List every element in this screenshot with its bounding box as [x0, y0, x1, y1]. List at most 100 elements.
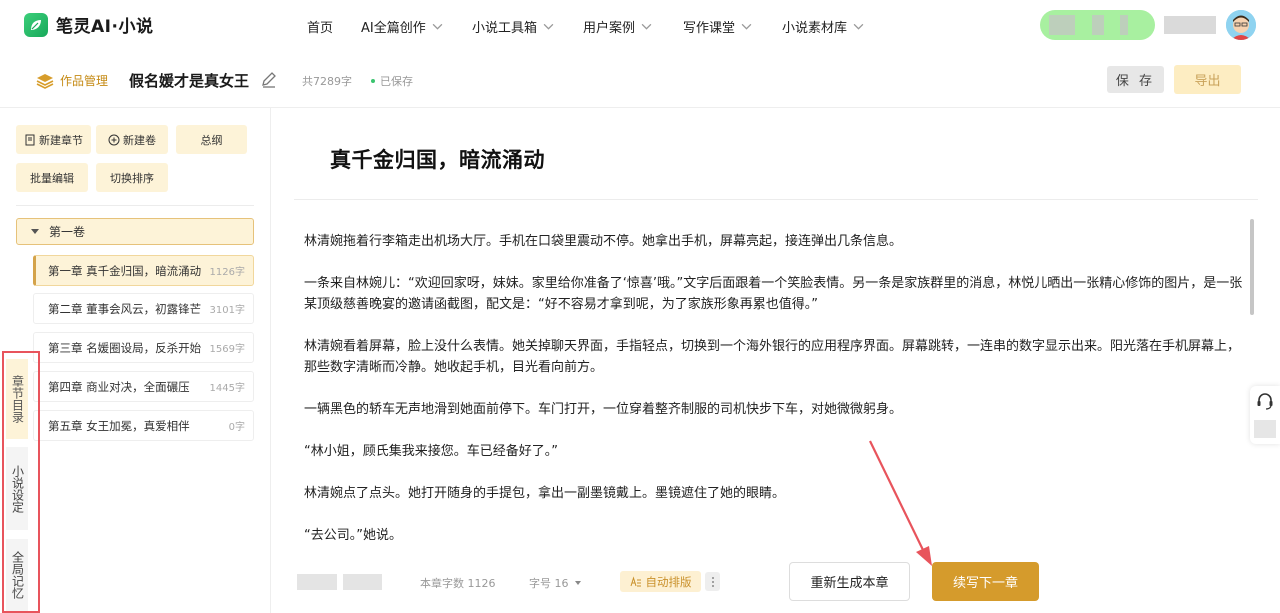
save-status-label: 已保存	[380, 75, 413, 88]
paragraph: “去公司。”她说。	[304, 528, 402, 543]
redacted-block	[1092, 15, 1104, 35]
avatar[interactable]	[1226, 10, 1256, 40]
top-navbar: 笔灵AI·小说 首页 AI全篇创作 小说工具箱 用户案例 写作课堂 小说素材库	[0, 0, 1280, 50]
chapter-word-count: 3101字	[209, 305, 245, 316]
redacted-block	[343, 574, 382, 590]
chapter-body-editor[interactable]: 林清婉拖着行李箱走出机场大厅。手机在口袋里震动不停。她拿出手机，屏幕亮起，接连弹…	[304, 231, 1244, 567]
nav-user-cases[interactable]: 用户案例	[583, 17, 652, 36]
chapter-title: 第三章 名媛圈设局，反杀开始	[48, 340, 202, 355]
vip-badge[interactable]	[1040, 10, 1155, 40]
nav-toolbox[interactable]: 小说工具箱	[472, 17, 554, 36]
dot	[711, 580, 714, 583]
username-redacted[interactable]	[1164, 16, 1216, 34]
new-volume-button[interactable]: 新建卷	[96, 125, 168, 154]
paragraph: 一辆黑色的轿车无声地滑到她面前停下。车门打开，一位穿着整齐制服的司机快步下车，对…	[304, 402, 903, 417]
paragraph: 一条来自林婉儿：“欢迎回家呀，妹妹。家里给你准备了‘惊喜’哦。”文字后面跟着一个…	[304, 276, 1243, 312]
headset-support-icon	[1257, 393, 1273, 410]
outline-button[interactable]: 总纲	[176, 125, 247, 154]
chapter-item[interactable]: 第四章 商业对决，全面碾压 1445字	[33, 371, 254, 402]
tab-novel-settings[interactable]: 小说设定	[6, 447, 28, 530]
redacted-block	[1120, 15, 1128, 35]
batch-edit-button[interactable]: 批量编辑	[16, 163, 88, 192]
nav-label: 小说素材库	[782, 21, 848, 36]
chevron-down-icon	[853, 23, 864, 30]
auto-format-label: 自动排版	[645, 574, 692, 589]
caret-down-icon	[31, 229, 39, 234]
paragraph: 林清婉看着屏幕，脸上没什么表情。她关掉聊天界面，手指轻点，切换到一个海外银行的应…	[304, 339, 1241, 375]
status-dot	[371, 79, 375, 83]
pencil-edit-icon[interactable]	[260, 71, 278, 89]
tab-label: 全局记忆	[10, 551, 25, 599]
new-chapter-button[interactable]: 新建章节	[16, 125, 91, 154]
chevron-down-icon	[641, 23, 652, 30]
caret-down-icon	[574, 581, 581, 585]
chapter-heading[interactable]: 真千金归国，暗流涌动	[330, 144, 545, 174]
chapter-title: 第二章 董事会风云，初露锋芒	[48, 301, 202, 316]
volume-header[interactable]: 第一卷	[16, 218, 254, 245]
editor-scrollbar[interactable]	[1250, 219, 1254, 315]
nav-ai-creation[interactable]: AI全篇创作	[361, 17, 443, 36]
works-management-label: 作品管理	[60, 74, 109, 88]
new-volume-label: 新建卷	[123, 133, 156, 147]
chevron-down-icon	[543, 23, 554, 30]
works-management-link[interactable]: 作品管理	[36, 72, 108, 89]
nav-label: AI全篇创作	[361, 21, 426, 36]
font-size-label: 字号 16	[529, 577, 569, 590]
chapter-item[interactable]: 第一章 真千金归国，暗流涌动 1126字	[33, 255, 254, 286]
book-title: 假名媛才是真女王	[129, 72, 250, 90]
tab-label: 小说设定	[10, 464, 25, 513]
paragraph: 林清婉拖着行李箱走出机场大厅。手机在口袋里震动不停。她拿出手机，屏幕亮起，接连弹…	[304, 234, 903, 249]
nav-writing-class[interactable]: 写作课堂	[683, 17, 752, 36]
brand-logo[interactable]: 笔灵AI·小说	[24, 12, 153, 37]
chapter-title: 第四章 商业对决，全面碾压	[48, 379, 190, 394]
export-button[interactable]: 导出	[1174, 65, 1241, 94]
more-options-button[interactable]	[705, 572, 720, 591]
nav-label: 首页	[307, 21, 334, 36]
new-document-icon	[25, 134, 35, 145]
save-button[interactable]: 保 存	[1107, 66, 1164, 93]
new-chapter-label: 新建章节	[39, 133, 83, 147]
chapter-word-count-stat: 本章字数 1126	[420, 577, 496, 590]
nav-label: 小说工具箱	[472, 21, 538, 36]
text-format-icon	[630, 575, 641, 586]
leaf-logo-icon	[24, 12, 48, 37]
nav-home[interactable]: 首页	[307, 17, 333, 36]
dot	[711, 584, 714, 587]
brand-name: 笔灵AI·小说	[56, 17, 154, 37]
save-status: 已保存	[371, 73, 413, 89]
switch-sort-label: 切换排序	[110, 171, 154, 185]
redacted-block	[1049, 15, 1075, 35]
chevron-down-icon	[432, 23, 443, 30]
chapter-item[interactable]: 第五章 女王加冕，真爱相伴 0字	[33, 410, 254, 441]
batch-edit-label: 批量编辑	[30, 171, 74, 185]
chevron-down-icon	[741, 23, 752, 30]
regenerate-chapter-button[interactable]: 重新生成本章	[789, 562, 910, 601]
dot	[711, 576, 714, 579]
font-size-select[interactable]: 字号 16	[529, 575, 581, 591]
switch-sort-button[interactable]: 切换排序	[96, 163, 168, 192]
redacted-block	[1254, 420, 1276, 438]
chapter-title: 第一章 真千金归国，暗流涌动	[48, 263, 202, 278]
paragraph: “林小姐，顾氏集我来接您。车已经备好了。”	[304, 444, 558, 459]
chapter-item[interactable]: 第二章 董事会风云，初露锋芒 3101字	[33, 293, 254, 324]
paragraph: 林清婉点了点头。她打开随身的手提包，拿出一副墨镜戴上。墨镜遮住了她的眼睛。	[304, 486, 786, 501]
volume-label: 第一卷	[49, 225, 86, 239]
outline-label: 总纲	[200, 133, 223, 147]
plus-circle-icon	[108, 134, 120, 145]
chapter-item[interactable]: 第三章 名媛圈设局，反杀开始 1569字	[33, 332, 254, 363]
tab-chapter-directory[interactable]: 章节目录	[6, 359, 28, 439]
redacted-block	[297, 574, 337, 590]
tab-global-memory[interactable]: 全局记忆	[6, 539, 28, 611]
editor-divider	[294, 199, 1258, 200]
nav-label: 写作课堂	[683, 21, 736, 36]
chapter-word-count: 1445字	[209, 383, 245, 394]
chapter-word-count: 1569字	[209, 344, 245, 355]
tab-label: 章节目录	[10, 375, 25, 423]
floating-support-widget[interactable]	[1250, 386, 1280, 444]
auto-format-button[interactable]: 自动排版	[620, 571, 701, 592]
sidebar-divider	[16, 205, 254, 206]
chapter-word-count: 0字	[228, 422, 245, 433]
chapter-word-count: 1126字	[209, 267, 245, 278]
nav-material-library[interactable]: 小说素材库	[782, 17, 864, 36]
continue-next-chapter-button[interactable]: 续写下一章	[932, 562, 1039, 601]
